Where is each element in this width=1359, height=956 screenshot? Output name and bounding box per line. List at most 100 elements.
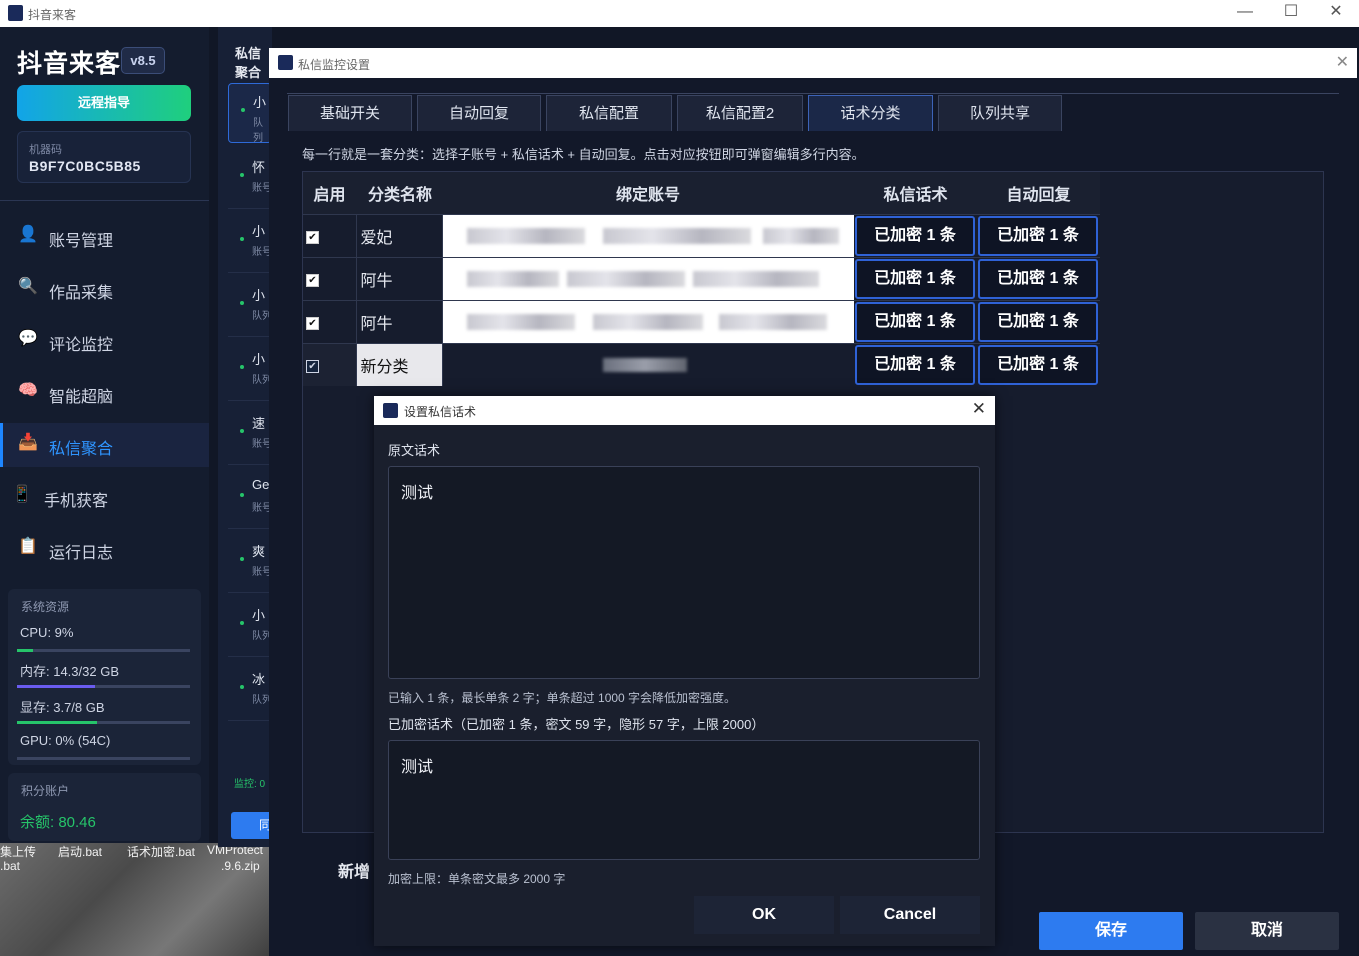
list-item[interactable]: Ge 账号 — [228, 469, 272, 529]
sidebar-item-label: 私信聚合 — [49, 441, 114, 458]
original-script-input[interactable]: 测试 — [388, 466, 980, 679]
dm-script-button[interactable]: 已加密 1 条 — [855, 344, 975, 385]
tab-basic-switch[interactable]: 基础开关 — [288, 95, 412, 131]
tab-auto-reply[interactable]: 自动回复 — [417, 95, 541, 131]
list-item-name: 爽 — [252, 544, 266, 559]
sidebar-item-logs[interactable]: 📋 运行日志 — [0, 527, 209, 571]
list-item[interactable]: 小队列 — [228, 83, 272, 144]
category-table: 启用 分类名称 绑定账号 私信话术 自动回复 ✔ 爱妃 已加密 1 条 已加密 … — [303, 172, 1100, 386]
bound-account-cell[interactable] — [441, 256, 854, 300]
list-item[interactable]: 怀账号 — [228, 149, 272, 209]
blurred-account — [602, 357, 687, 372]
sidebar-item-collect[interactable]: 🔍 作品采集 — [0, 267, 209, 311]
conversation-list-header: 私信聚合 — [235, 46, 262, 80]
encrypted-script-output[interactable]: 测试 — [388, 740, 980, 860]
remote-guide-button[interactable]: 远程指导 — [17, 85, 191, 121]
memory-bar — [17, 685, 190, 688]
desktop-file-label[interactable]: 话术加密.bat — [127, 843, 195, 860]
list-item[interactable]: 小队列 — [228, 277, 272, 337]
version-badge: v8.5 — [121, 47, 165, 74]
save-button[interactable]: 保存 — [1039, 912, 1183, 950]
sidebar-item-brain[interactable]: 🧠 智能超脑 — [0, 371, 209, 415]
sidebar-item-comments[interactable]: 💬 评论监控 — [0, 319, 209, 363]
desktop-file-label[interactable]: 启动.bat — [58, 843, 102, 860]
online-dot — [240, 429, 244, 433]
inbox-icon: 📥 — [18, 434, 38, 451]
tab-script-category[interactable]: 话术分类 — [808, 95, 933, 131]
sidebar-item-label: 智能超脑 — [49, 389, 114, 406]
auto-reply-button[interactable]: 已加密 1 条 — [978, 215, 1098, 256]
bound-account-cell[interactable] — [441, 299, 854, 343]
auto-reply-button[interactable]: 已加密 1 条 — [978, 301, 1098, 342]
close-button[interactable]: ✕ — [1313, 2, 1359, 24]
bound-account-cell[interactable] — [441, 213, 854, 257]
cancel-button[interactable]: 取消 — [1195, 912, 1339, 950]
category-name-cell[interactable]: 阿牛 — [355, 299, 442, 343]
list-item[interactable]: 小队列 — [228, 597, 272, 657]
category-name-cell[interactable]: 阿牛 — [355, 256, 442, 300]
blurred-account — [762, 227, 839, 244]
dm-script-button[interactable]: 已加密 1 条 — [855, 301, 975, 342]
gpu-bar — [17, 757, 190, 760]
col-category-name: 分类名称 — [356, 172, 442, 214]
dm-script-cell: 已加密 1 条 — [854, 299, 977, 343]
app-icon — [8, 5, 23, 21]
sidebar-item-label: 手机获客 — [44, 493, 109, 510]
tab-dm-config-2[interactable]: 私信配置2 — [677, 95, 803, 131]
sidebar-item-dm-aggregate[interactable]: 📥 私信聚合 — [0, 423, 209, 467]
script-cancel-button[interactable]: Cancel — [840, 896, 980, 934]
auto-reply-button[interactable]: 已加密 1 条 — [978, 258, 1098, 299]
enable-checkbox-cell: ✔ — [303, 256, 356, 300]
list-item-name: Ge — [252, 477, 270, 492]
enable-checkbox[interactable]: ✔ — [306, 359, 319, 373]
enable-checkbox-cell: ✔ — [303, 342, 356, 386]
vram-bar — [17, 721, 190, 724]
ok-button[interactable]: OK — [694, 896, 834, 934]
tab-queue-share[interactable]: 队列共享 — [938, 95, 1062, 131]
settings-close-icon[interactable]: ✕ — [1336, 52, 1349, 72]
sidebar: 抖音来客 v8.5 远程指导 机器码 B9F7C0BC5B85 👤 账号管理 🔍… — [0, 27, 209, 956]
blurred-account — [466, 313, 575, 330]
online-dot — [240, 621, 244, 625]
gpu-usage: GPU: 0% (54C) — [20, 733, 111, 748]
desktop-file-label[interactable]: 集上传 — [0, 843, 36, 860]
machine-code-label: 机器码 — [29, 144, 62, 156]
online-dot — [240, 237, 244, 241]
bound-account-cell[interactable] — [441, 342, 854, 386]
desktop-file-label[interactable]: .bat — [0, 859, 20, 873]
dm-script-cell: 已加密 1 条 — [854, 256, 977, 300]
sidebar-item-label: 作品采集 — [49, 285, 114, 302]
enable-checkbox[interactable]: ✔ — [306, 230, 319, 244]
list-item[interactable]: 冰队列 — [228, 661, 272, 721]
encrypted-script-label: 已加密话术（已加密 1 条，密文 59 字，隐形 57 字，上限 2000） — [388, 717, 765, 732]
window-titlebar: 抖音来客 — ☐ ✕ — [0, 0, 1359, 27]
list-item[interactable]: 小账号 — [228, 213, 272, 273]
list-item[interactable]: 小队列 — [228, 341, 272, 401]
online-dot — [240, 557, 244, 561]
desktop-background: 集上传 启动.bat 话术加密.bat VMProtect .bat .9.6.… — [0, 843, 269, 956]
sidebar-item-phone[interactable]: 📱 手机获客 — [0, 475, 209, 519]
enable-checkbox[interactable]: ✔ — [306, 273, 319, 287]
sidebar-item-accounts[interactable]: 👤 账号管理 — [0, 215, 209, 259]
category-name-cell[interactable]: 新分类 — [355, 342, 442, 386]
sync-button[interactable]: 同 — [231, 812, 272, 839]
enable-checkbox-cell: ✔ — [303, 213, 356, 257]
auto-reply-button[interactable]: 已加密 1 条 — [978, 344, 1098, 385]
add-category-button[interactable]: 新增 — [338, 858, 370, 882]
maximize-button[interactable]: ☐ — [1268, 2, 1314, 24]
enable-checkbox[interactable]: ✔ — [306, 316, 319, 330]
list-item[interactable]: 速账号 — [228, 405, 272, 465]
blurred-account — [566, 270, 685, 287]
desktop-file-label[interactable]: .9.6.zip — [221, 859, 260, 873]
category-name-cell[interactable]: 爱妃 — [355, 213, 442, 257]
list-item[interactable]: 爽账号 — [228, 533, 272, 593]
script-close-icon[interactable]: ✕ — [972, 399, 986, 419]
minimize-button[interactable]: — — [1222, 2, 1268, 24]
blurred-account — [692, 270, 819, 287]
dm-script-button[interactable]: 已加密 1 条 — [855, 258, 975, 299]
enable-checkbox-cell: ✔ — [303, 299, 356, 343]
app-icon — [383, 403, 398, 418]
list-item-name: 速 — [252, 416, 266, 431]
tab-dm-config[interactable]: 私信配置 — [546, 95, 672, 131]
dm-script-button[interactable]: 已加密 1 条 — [855, 215, 975, 256]
